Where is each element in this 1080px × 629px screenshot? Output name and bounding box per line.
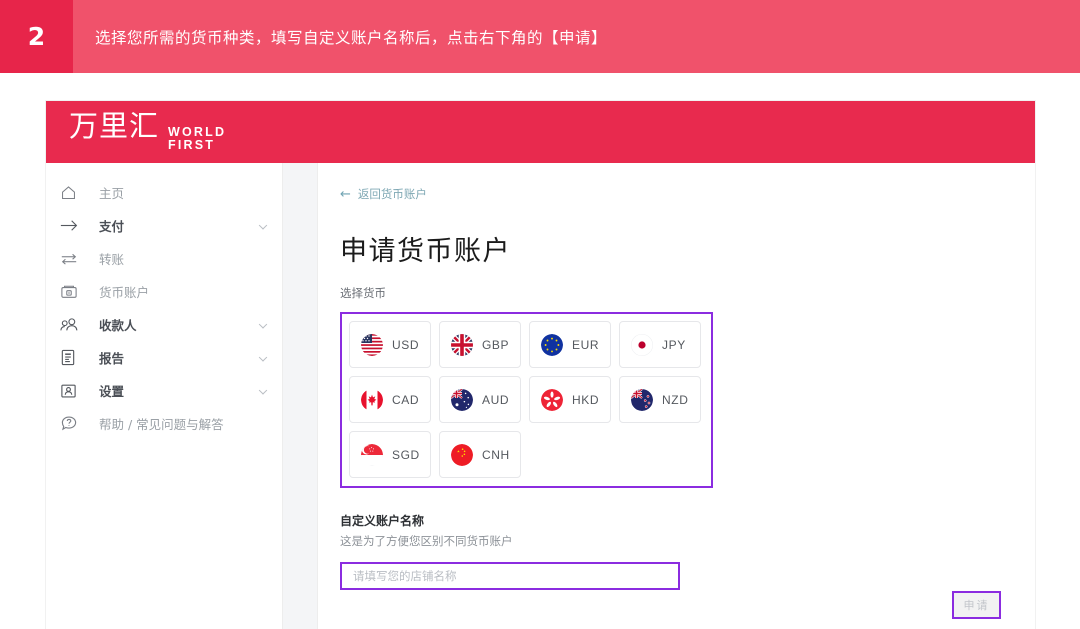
back-to-currency-accounts-link[interactable]: ← 返回货币账户	[340, 186, 1035, 202]
account-name-hint: 这是为了方便您区别不同货币账户	[340, 534, 513, 548]
main-content: ← 返回货币账户 申请货币账户 选择货币 USD GBP EUR JPY CAD…	[318, 163, 1035, 629]
currency-option-hkd[interactable]: HKD	[529, 376, 611, 423]
back-link-label: 返回货币账户	[357, 187, 427, 201]
sidebar-item-label: 主页	[99, 186, 125, 201]
instruction-banner: 2 选择您所需的货币种类，填写自定义账户名称后，点击右下角的【申请】	[0, 0, 1080, 73]
currency-code: SGD	[392, 447, 420, 462]
currency-option-gbp[interactable]: GBP	[439, 321, 521, 368]
sidebar-item-currency-account[interactable]: 货币账户	[46, 275, 282, 308]
sidebar-item-settings[interactable]: 设置	[46, 374, 282, 407]
currency-option-cad[interactable]: CAD	[349, 376, 431, 423]
flag-sg-icon	[361, 443, 383, 466]
instruction-text: 选择您所需的货币种类，填写自定义账户名称后，点击右下角的【申请】	[73, 0, 1080, 73]
people-icon	[60, 314, 86, 336]
app-header: 万里汇 WORLD FIRST	[46, 101, 1035, 163]
flag-us-icon	[361, 333, 383, 356]
flag-jp-icon	[631, 333, 653, 356]
currency-grid: USD GBP EUR JPY CAD AUD HKD NZD SGD CNH	[349, 321, 704, 478]
currency-code: NZD	[662, 392, 689, 407]
apply-button[interactable]: 申请	[952, 591, 1001, 619]
currency-option-sgd[interactable]: SGD	[349, 431, 431, 478]
flag-hk-icon	[541, 388, 563, 411]
flag-au-icon	[451, 388, 473, 411]
logo-english-text: WORLD FIRST	[168, 125, 226, 152]
sidebar-item-transfer[interactable]: 转账	[46, 242, 282, 275]
flag-eu-icon	[541, 333, 563, 356]
account-name-input[interactable]	[340, 562, 680, 590]
sidebar-nav: 主页 支付 转账 货币账户 收款人 报告 设置 帮助 / 常见问题与解答	[46, 163, 283, 629]
logo-en-line2: FIRST	[168, 138, 216, 152]
chevron-down-icon[interactable]	[258, 319, 268, 329]
currency-selection-highlight: USD GBP EUR JPY CAD AUD HKD NZD SGD CNH	[340, 312, 713, 488]
currency-option-aud[interactable]: AUD	[439, 376, 521, 423]
report-icon	[60, 347, 86, 369]
worldfirst-logo[interactable]: 万里汇 WORLD FIRST	[69, 108, 226, 152]
currency-option-nzd[interactable]: NZD	[619, 376, 701, 423]
chevron-down-icon[interactable]	[258, 385, 268, 395]
chevron-down-icon[interactable]	[258, 352, 268, 362]
flag-cn-icon	[451, 443, 473, 466]
sidebar-item-label: 转账	[99, 252, 125, 267]
currency-code: GBP	[482, 337, 510, 352]
currency-code: JPY	[662, 337, 686, 352]
wallet-icon	[60, 281, 86, 303]
arrow-left-icon: ←	[340, 186, 351, 202]
sidebar-content-divider	[283, 163, 318, 629]
flag-ca-icon	[361, 388, 383, 411]
page-title: 申请货币账户	[340, 236, 511, 267]
screenshot-root: 2 选择您所需的货币种类，填写自定义账户名称后，点击右下角的【申请】 万里汇 W…	[0, 0, 1080, 629]
sidebar-item-label: 货币账户	[99, 285, 150, 300]
settings-user-icon	[60, 380, 86, 402]
logo-chinese-text: 万里汇	[69, 108, 160, 143]
sidebar-item-help[interactable]: 帮助 / 常见问题与解答	[46, 407, 282, 440]
sidebar-item-payees[interactable]: 收款人	[46, 308, 282, 341]
flag-gb-icon	[451, 333, 473, 356]
currency-option-cnh[interactable]: CNH	[439, 431, 521, 478]
account-name-label: 自定义账户名称	[340, 514, 425, 528]
help-icon	[60, 413, 86, 435]
home-icon	[60, 182, 86, 204]
sidebar-item-label: 收款人	[99, 318, 137, 333]
sidebar-item-payment[interactable]: 支付	[46, 209, 282, 242]
sidebar-item-label: 支付	[99, 219, 125, 234]
currency-code: AUD	[482, 392, 510, 407]
currency-option-eur[interactable]: EUR	[529, 321, 611, 368]
currency-code: USD	[392, 337, 420, 352]
sidebar-item-home[interactable]: 主页	[46, 176, 282, 209]
currency-section-label: 选择货币	[340, 286, 386, 300]
currency-code: CNH	[482, 447, 510, 462]
sidebar-item-label: 设置	[99, 384, 125, 399]
chevron-down-icon[interactable]	[258, 220, 268, 230]
sidebar-item-label: 帮助 / 常见问题与解答	[99, 417, 224, 432]
sidebar-item-label: 报告	[99, 351, 125, 366]
step-number: 2	[0, 0, 73, 73]
sidebar-item-reports[interactable]: 报告	[46, 341, 282, 374]
flag-nz-icon	[631, 388, 653, 411]
transfer-icon	[60, 248, 86, 270]
arrow-right-icon	[60, 215, 86, 237]
currency-option-usd[interactable]: USD	[349, 321, 431, 368]
app-body: 主页 支付 转账 货币账户 收款人 报告 设置 帮助 / 常见问题与解答 ← 返…	[46, 163, 1035, 629]
app-window: 万里汇 WORLD FIRST 主页 支付 转账 货币账户 收款人 报告 设置 …	[46, 101, 1035, 629]
currency-code: CAD	[392, 392, 420, 407]
currency-code: HKD	[572, 392, 600, 407]
currency-code: EUR	[572, 337, 600, 352]
currency-option-jpy[interactable]: JPY	[619, 321, 701, 368]
